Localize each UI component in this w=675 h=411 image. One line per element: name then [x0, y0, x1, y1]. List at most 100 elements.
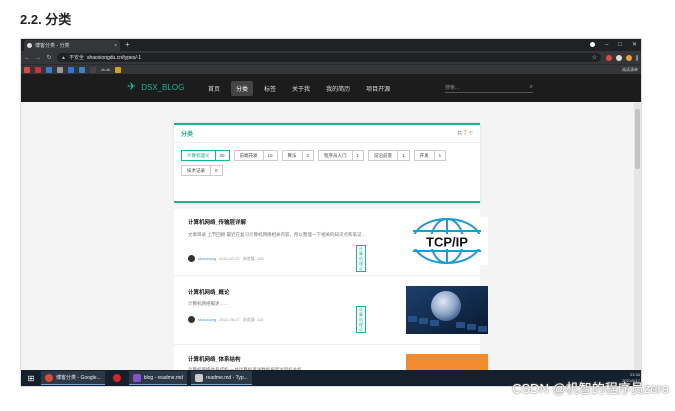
close-window-icon[interactable]: ✕	[632, 40, 637, 50]
post-title[interactable]: 计算机网络_概论	[188, 288, 230, 296]
new-tab-button[interactable]: +	[125, 40, 130, 49]
site-navbar: ✈ DSX_BLOG 首页 分类 标签 关于我 我的简历 项目开源 搜索... …	[21, 74, 641, 102]
app-icon	[112, 374, 121, 382]
taskbar-item-typora[interactable]: readme.md - Typ...	[190, 371, 252, 385]
post-description: 计算机网络概述……	[188, 301, 229, 306]
taskbar-item-editor[interactable]: blog - readme.md	[128, 371, 187, 385]
csdn-watermark: CSDN @机智的程序员zero	[512, 381, 669, 396]
document-heading: 2.2. 分类	[20, 12, 72, 27]
bookmark-label[interactable]: zk.dk	[101, 67, 110, 72]
window-controls: – □ ✕	[590, 40, 637, 50]
post-date: 2021-07-07	[219, 256, 240, 261]
taskbar-label: blog - readme.md	[143, 374, 183, 381]
post-item[interactable]: 计算机网络_体系结构 计算机网络体系结构 一台计算机发送数据报到达目标主机…	[174, 345, 488, 372]
nav-about[interactable]: 关于我	[287, 81, 315, 96]
minimize-icon[interactable]: –	[605, 40, 608, 50]
post-title[interactable]: 计算机网络_传输层详解	[188, 218, 246, 226]
chip-count: 20	[219, 153, 225, 158]
windows-start-icon[interactable]: ⊞	[25, 374, 37, 383]
tcpip-globe-icon: TCP/IP	[406, 217, 488, 265]
bookmarks-bar: zk.dk 阅读清单	[21, 64, 641, 74]
chip-label: 技术记录	[182, 166, 211, 175]
post-thumbnail[interactable]	[406, 286, 488, 334]
bookmark-icon[interactable]	[57, 66, 63, 73]
url-text[interactable]: shaoxiongdu.cn/types/-1	[87, 55, 141, 61]
count-suffix: 个	[467, 131, 473, 137]
chip-count: 10	[267, 153, 273, 158]
nav-resume[interactable]: 我的简历	[321, 81, 355, 96]
address-bar[interactable]: ▲ 不安全 shaoxiongdu.cn/types/-1 ☆	[57, 53, 601, 62]
post-date: 2021-06-07	[219, 317, 240, 322]
post-item[interactable]: 计算机网络_传输层详解 文章目录 上节回顾 最近在复习计算机网络相关内容，所以整…	[174, 209, 488, 275]
category-chip[interactable]: 技术记录 0	[181, 165, 223, 176]
bookmark-icon[interactable]	[24, 66, 30, 73]
post-tag[interactable]: 计算机理论	[356, 306, 366, 333]
back-icon[interactable]: ←	[24, 55, 30, 61]
avatar-icon[interactable]	[626, 54, 632, 61]
extension-red-icon[interactable]	[606, 54, 612, 61]
category-chip[interactable]: 开发 1	[413, 150, 447, 161]
scrollbar[interactable]	[634, 103, 641, 372]
post-author[interactable]: shaoxiong	[198, 317, 216, 322]
chip-label: 程序员入门	[319, 151, 353, 160]
category-chip[interactable]: 程序员入门 1	[318, 150, 365, 161]
taskbar-label: 博客分类 - Google...	[56, 375, 101, 381]
post-title[interactable]: 计算机网络_体系结构	[188, 355, 241, 363]
taskbar-item-app[interactable]	[109, 371, 125, 385]
reload-icon[interactable]: ↻	[46, 54, 52, 61]
category-chip[interactable]: 前端开发 10	[233, 150, 278, 161]
browser-toolbar: ← → ↻ ▲ 不安全 shaoxiongdu.cn/types/-1 ☆	[21, 51, 641, 64]
star-icon[interactable]: ☆	[592, 54, 597, 61]
forward-icon[interactable]: →	[35, 55, 41, 61]
reading-list[interactable]: 阅读清单	[622, 67, 638, 73]
search-input[interactable]: 搜索... ⌕	[445, 83, 533, 93]
post-description: 文章目录 上节回顾 最近在复习计算机网络相关内容，所以整理一下相关的知识点和笔记…	[188, 232, 366, 237]
category-list: 计算机理论 20 前端开发 10 算法 2 程序员入门 1 前沿前景 1 开发 …	[174, 143, 480, 176]
nav-tags[interactable]: 标签	[259, 81, 281, 96]
warning-icon: ▲	[61, 54, 66, 61]
nav-home[interactable]: 首页	[203, 81, 225, 96]
card-title: 分类	[181, 132, 194, 138]
tab-close-icon[interactable]: ×	[114, 43, 117, 49]
nav-categories[interactable]: 分类	[231, 81, 254, 96]
bookmark-icon[interactable]	[115, 66, 122, 73]
bookmark-icon[interactable]	[46, 66, 52, 73]
post-item[interactable]: 计算机网络_概论 计算机网络概述…… shaoxiong 2021-06-07 …	[174, 276, 488, 344]
search-placeholder: 搜索...	[445, 85, 460, 91]
puzzle-icon[interactable]	[616, 54, 622, 61]
browser-tab-strip: 博客分类 - 分类 × + – □ ✕	[21, 39, 641, 51]
post-thumbnail[interactable]: TCP/IP	[406, 217, 488, 265]
post-meta: shaoxiong 2021-07-07 浏览量: 125 计算机理论	[188, 245, 366, 272]
tab-title: 博客分类 - 分类	[35, 43, 70, 49]
nav-opensource[interactable]: 项目开源	[361, 81, 395, 96]
categories-card: 分类 共 7 个 计算机理论 20 前端开发 10 算法 2 程序员入门 1 前…	[174, 123, 480, 203]
bookmark-icon[interactable]	[90, 66, 96, 73]
bookmark-icon[interactable]	[79, 66, 85, 73]
browser-tab[interactable]: 博客分类 - 分类 ×	[24, 40, 120, 51]
maximize-icon[interactable]: □	[618, 40, 622, 50]
avatar	[188, 255, 195, 262]
post-author[interactable]: shaoxiong	[198, 256, 216, 261]
bookmark-icon[interactable]	[35, 66, 41, 73]
category-chip[interactable]: 前沿前景 1	[368, 150, 410, 161]
tab-favicon-icon	[27, 43, 32, 48]
scrollbar-thumb[interactable]	[635, 109, 640, 169]
extension-icons	[606, 54, 638, 61]
thumbnail-text: TCP/IP	[426, 235, 468, 250]
category-chip[interactable]: 计算机理论 20	[181, 150, 230, 161]
site-logo[interactable]: ✈ DSX_BLOG	[127, 82, 184, 93]
nav-menu: 首页 分类 标签 关于我 我的简历 项目开源	[203, 81, 395, 96]
chip-count: 1	[402, 153, 405, 158]
page: 2.2. 分类 博客分类 - 分类 × + – □ ✕ ← → ↻ ▲ 不安全 …	[0, 0, 675, 411]
category-chip[interactable]: 算法 2	[281, 150, 315, 161]
bookmark-icon[interactable]	[68, 66, 74, 73]
content-area: 分类 共 7 个 计算机理论 20 前端开发 10 算法 2 程序员入门 1 前…	[21, 103, 641, 372]
chip-label: 算法	[283, 151, 303, 160]
taskbar-item-chrome[interactable]: 博客分类 - Google...	[41, 371, 105, 385]
airplane-icon: ✈	[127, 81, 137, 93]
more-menu-icon[interactable]	[636, 54, 638, 61]
post-tag[interactable]: 计算机理论	[356, 245, 366, 272]
search-icon[interactable]: ⌕	[530, 84, 533, 91]
post-views: 浏览量: 125	[242, 255, 264, 261]
insecure-label: 不安全	[68, 55, 84, 61]
